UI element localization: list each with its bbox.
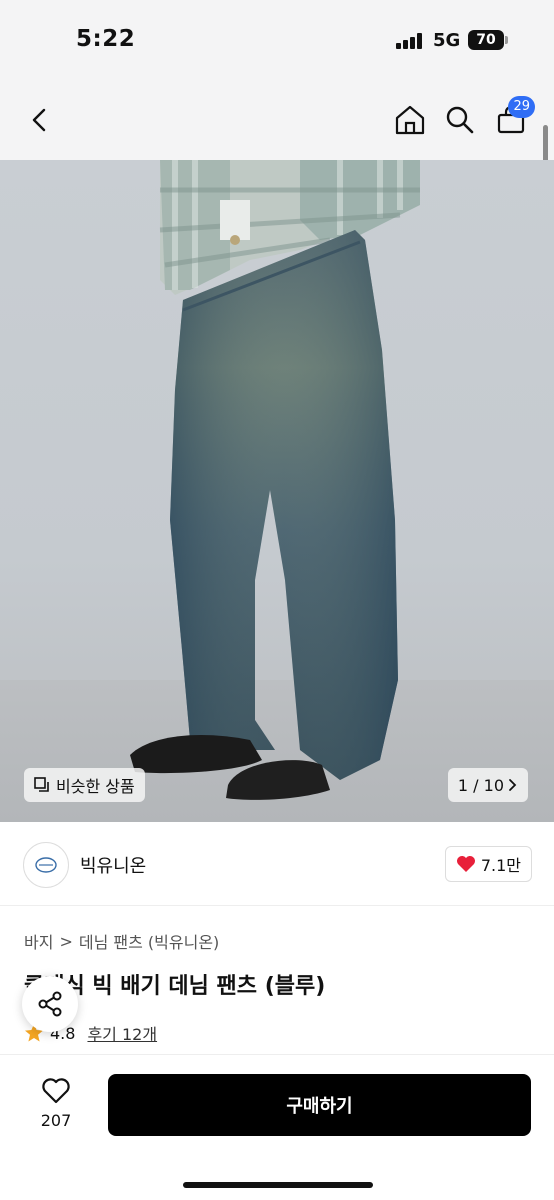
breadcrumb-separator: >: [59, 931, 73, 951]
review-count-link[interactable]: 후기 12개: [87, 1021, 157, 1045]
share-button[interactable]: [22, 976, 78, 1032]
heart-outline-icon: [42, 1078, 70, 1104]
wishlist-count: 207: [40, 1111, 72, 1130]
battery-icon: 70: [468, 30, 504, 50]
search-icon: [446, 106, 474, 134]
breadcrumb-category[interactable]: 바지: [24, 929, 53, 953]
similar-products-button[interactable]: 비슷한 상품: [24, 768, 145, 802]
home-indicator: [183, 1182, 373, 1188]
chevron-right-icon: [509, 779, 517, 791]
home-icon: [395, 105, 425, 135]
cart-count-badge: 29: [508, 96, 535, 118]
brand-like-button[interactable]: 7.1만: [444, 846, 532, 882]
network-type: 5G: [433, 30, 461, 51]
heart-filled-icon: [456, 856, 475, 872]
back-button[interactable]: [20, 98, 60, 142]
status-bar: 5:22 5G 70: [0, 0, 554, 80]
product-photo: [130, 160, 420, 800]
status-time: 5:22: [76, 26, 136, 52]
home-button[interactable]: [390, 98, 430, 142]
brand-row: 빅유니온 7.1만: [0, 822, 554, 906]
similar-products-label: 비슷한 상품: [56, 777, 135, 796]
search-button[interactable]: [440, 98, 480, 142]
cart-button[interactable]: 29: [491, 96, 535, 142]
battery-cap: [505, 36, 508, 44]
brand-like-count: 7.1만: [480, 856, 521, 875]
chevron-left-icon: [32, 108, 46, 132]
signal-icon: [396, 33, 424, 49]
brand-logo-emblem: [35, 857, 57, 873]
product-image-carousel[interactable]: 비슷한 상품 1 / 10: [0, 160, 554, 822]
top-navigation: 29: [0, 80, 554, 197]
wishlist-button[interactable]: 207: [30, 1077, 82, 1130]
buy-button[interactable]: 구매하기: [108, 1074, 531, 1136]
image-page-counter[interactable]: 1 / 10: [447, 768, 528, 802]
share-icon: [38, 991, 62, 1017]
brand-logo[interactable]: [23, 842, 69, 888]
breadcrumb: 바지 > 데님 팬츠 (빅유니온): [24, 929, 219, 953]
page-counter-text: 1 / 10: [457, 775, 504, 795]
similar-items-icon: [34, 777, 49, 792]
breadcrumb-subcategory[interactable]: 데님 팬츠 (빅유니온): [79, 929, 219, 953]
bottom-action-bar: 207 구매하기: [0, 1054, 554, 1200]
brand-name[interactable]: 빅유니온: [80, 852, 146, 878]
